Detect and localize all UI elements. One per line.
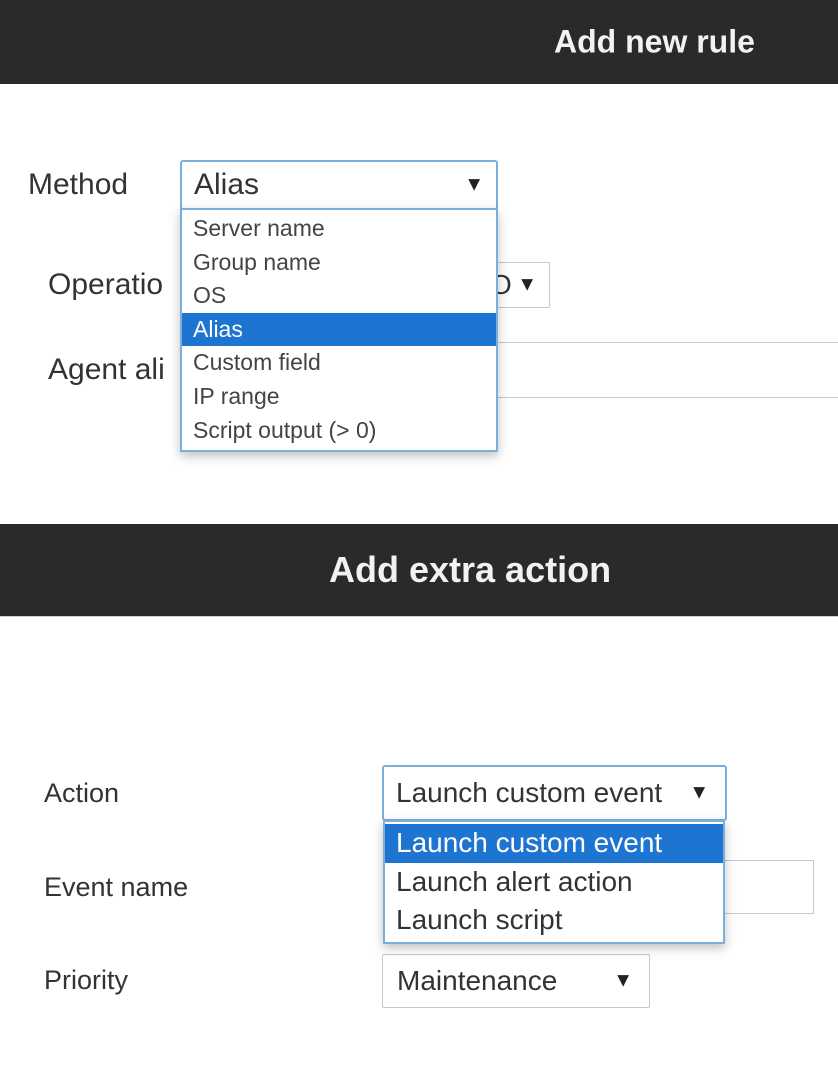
caret-down-icon: ▼	[517, 273, 537, 296]
header-divider	[0, 616, 838, 617]
add-action-title: Add extra action	[329, 549, 612, 590]
caret-down-icon: ▼	[613, 969, 633, 992]
add-rule-title: Add new rule	[554, 23, 755, 60]
action-option-launch-script[interactable]: Launch script	[385, 901, 723, 940]
agent-alias-input[interactable]	[488, 342, 838, 398]
action-dropdown-menu: Launch custom event Launch alert action …	[383, 820, 725, 944]
action-option-launch-custom-event[interactable]: Launch custom event	[385, 824, 723, 863]
agent-alias-label: Agent ali	[48, 353, 165, 386]
priority-select-value: Maintenance	[397, 965, 558, 996]
method-option-os[interactable]: OS	[182, 279, 496, 313]
method-select-value: Alias	[194, 168, 260, 201]
method-label: Method	[28, 168, 129, 201]
action-select-value: Launch custom event	[396, 777, 663, 808]
operation-label: Operatio	[48, 268, 164, 301]
priority-label: Priority	[44, 965, 129, 995]
caret-down-icon: ▼	[689, 781, 709, 804]
method-option-ip-range[interactable]: IP range	[182, 380, 496, 414]
method-option-group-name[interactable]: Group name	[182, 246, 496, 280]
add-action-header: Add extra action	[0, 524, 838, 616]
method-select[interactable]: Alias ▼	[180, 160, 498, 210]
action-label: Action	[44, 778, 120, 808]
action-option-launch-alert-action[interactable]: Launch alert action	[385, 863, 723, 902]
method-option-custom-field[interactable]: Custom field	[182, 346, 496, 380]
method-option-alias[interactable]: Alias	[182, 312, 496, 347]
event-name-label: Event name	[44, 872, 189, 902]
action-select[interactable]: Launch custom event ▼	[382, 765, 727, 821]
method-option-script-output[interactable]: Script output (> 0)	[182, 414, 496, 448]
add-rule-header: Add new rule	[0, 0, 838, 84]
method-option-server-name[interactable]: Server name	[182, 212, 496, 246]
caret-down-icon: ▼	[464, 173, 484, 196]
method-dropdown-menu: Server name Group name OS Alias Custom f…	[180, 208, 498, 452]
priority-select[interactable]: Maintenance ▼	[382, 954, 650, 1008]
